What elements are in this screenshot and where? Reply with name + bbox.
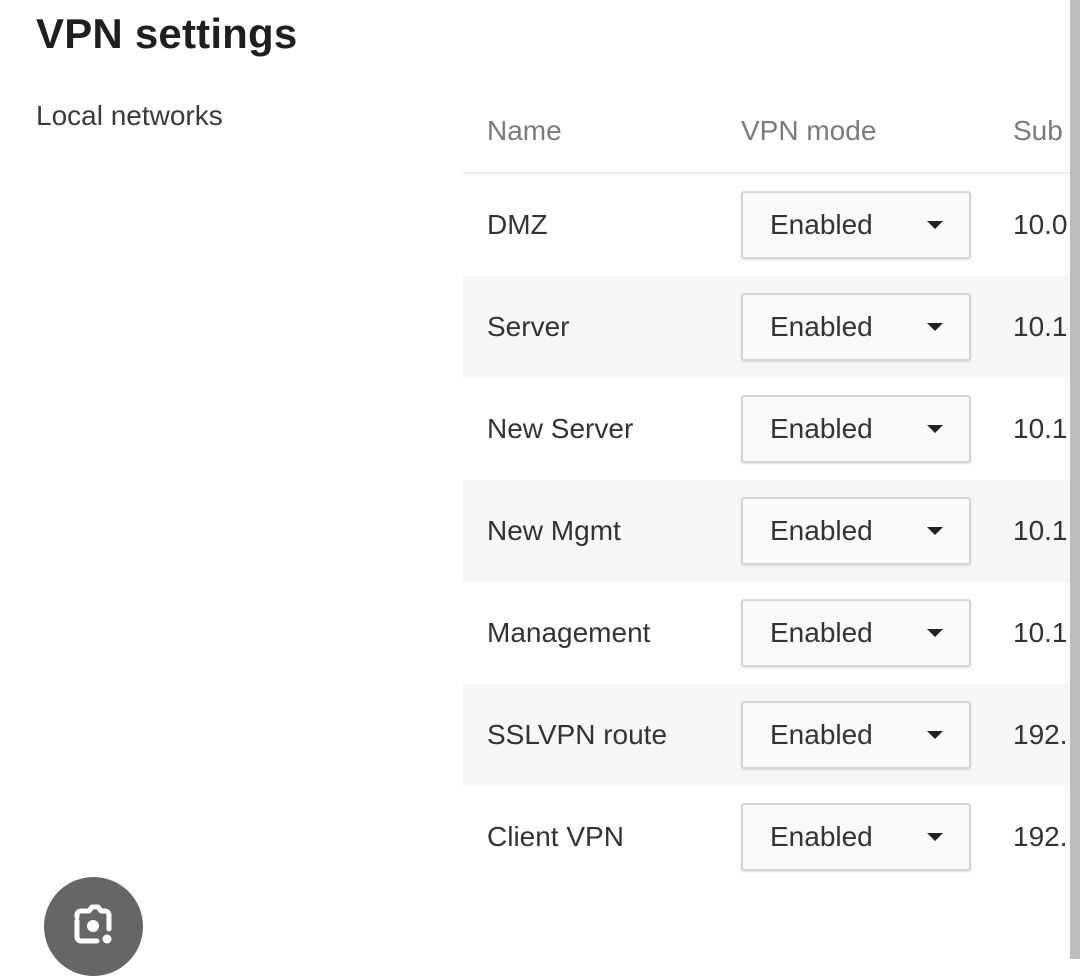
caret-down-icon	[927, 731, 943, 739]
column-header-vpn-mode[interactable]: VPN mode	[741, 90, 1013, 174]
table-row: New Mgmt Enabled 10.1	[463, 480, 1070, 582]
table-row: Client VPN Enabled 192.	[463, 786, 1070, 888]
subnet-value: 192.	[1013, 821, 1068, 852]
vpn-mode-value: Enabled	[770, 413, 873, 444]
subnet-value: 10.1.	[1013, 276, 1070, 378]
table-row: DMZ Enabled 10.0	[463, 173, 1070, 276]
local-networks-table-container: Name VPN mode Sub DMZ Enabled 10.0 Serve…	[463, 90, 1070, 888]
network-name: Server	[463, 276, 741, 378]
network-name: DMZ	[487, 209, 548, 240]
vpn-mode-value: Enabled	[770, 617, 873, 648]
vpn-mode-select[interactable]: Enabled	[741, 191, 971, 259]
caret-down-icon	[927, 833, 943, 841]
vpn-mode-value: Enabled	[770, 209, 873, 240]
network-name: Client VPN	[487, 821, 624, 852]
column-header-name[interactable]: Name	[463, 90, 741, 174]
vpn-mode-select[interactable]: Enabled	[741, 803, 971, 871]
subnet-value: 10.1	[1013, 413, 1068, 444]
column-header-subnet[interactable]: Sub	[1013, 90, 1070, 174]
page-title: VPN settings	[36, 10, 298, 57]
google-lens-button[interactable]	[44, 877, 143, 976]
network-name: New Server	[487, 413, 634, 444]
caret-down-icon	[927, 425, 943, 433]
table-header-row: Name VPN mode Sub	[463, 90, 1070, 174]
vpn-mode-value: Enabled	[770, 821, 873, 852]
section-label-local-networks: Local networks	[36, 100, 223, 131]
vpn-mode-select[interactable]: Enabled	[741, 701, 971, 769]
caret-down-icon	[927, 629, 943, 637]
subnet-value: 10.0	[1013, 209, 1068, 240]
vpn-mode-value: Enabled	[770, 719, 873, 750]
table-row: Server Enabled 10.1.	[463, 276, 1070, 378]
table-row: Management Enabled 10.1.	[463, 582, 1070, 684]
caret-down-icon	[927, 323, 943, 331]
subnet-value: 10.1	[1013, 480, 1070, 582]
google-lens-icon	[74, 904, 111, 944]
network-name: New Mgmt	[463, 480, 741, 582]
subnet-value: 10.1.	[1013, 617, 1070, 648]
network-name: Management	[487, 617, 651, 648]
table-row: SSLVPN route Enabled 192.	[463, 684, 1070, 786]
local-networks-table: Name VPN mode Sub DMZ Enabled 10.0 Serve…	[463, 90, 1070, 888]
vpn-mode-select[interactable]: Enabled	[741, 599, 971, 667]
caret-down-icon	[927, 221, 943, 229]
network-name: SSLVPN route	[463, 684, 741, 786]
vpn-mode-value: Enabled	[770, 515, 873, 546]
vpn-mode-value: Enabled	[770, 311, 873, 342]
vpn-mode-select[interactable]: Enabled	[741, 497, 971, 565]
caret-down-icon	[927, 527, 943, 535]
vpn-mode-select[interactable]: Enabled	[741, 293, 971, 361]
vpn-mode-select[interactable]: Enabled	[741, 395, 971, 463]
table-row: New Server Enabled 10.1	[463, 378, 1070, 480]
subnet-value: 192.	[1013, 684, 1070, 786]
vertical-scrollbar[interactable]	[1070, 0, 1080, 959]
